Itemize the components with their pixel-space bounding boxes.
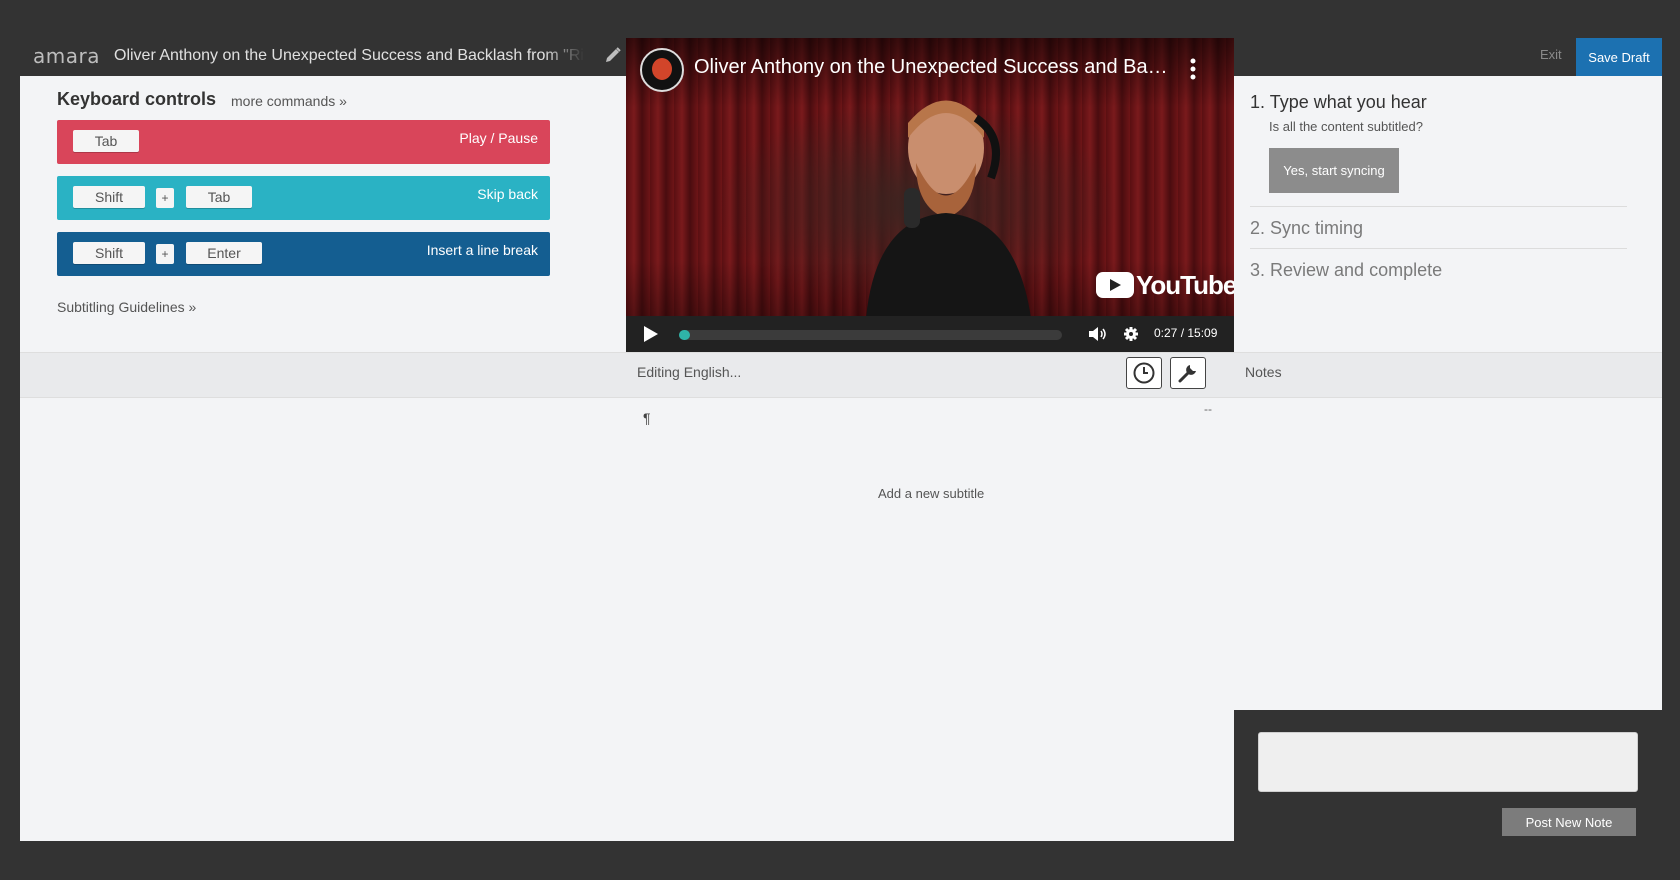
clock-icon [1133, 362, 1155, 384]
video-player[interactable]: Oliver Anthony on the Unexpected Success… [626, 38, 1234, 352]
video-title-header: Oliver Anthony on the Unexpected Success… [114, 47, 584, 65]
video-person-image [866, 100, 1031, 318]
step-sync-timing: 2. Sync timing [1250, 218, 1364, 238]
volume-icon[interactable] [1088, 326, 1108, 342]
add-subtitle-link[interactable]: Add a new subtitle [878, 486, 984, 501]
youtube-play-icon [1096, 272, 1134, 298]
line-break-marker[interactable]: ¶ [643, 410, 651, 426]
key-shift: Shift [73, 186, 145, 208]
keyboard-controls-title: Keyboard controls [57, 89, 217, 109]
timing-button[interactable] [1126, 357, 1162, 389]
step-divider [1250, 206, 1627, 207]
exit-link[interactable]: Exit [1540, 47, 1562, 62]
amara-logo: amara [33, 44, 100, 68]
shortcut-action: Insert a line break [426, 242, 538, 258]
subtitling-guidelines-link[interactable]: Subtitling Guidelines » [57, 299, 196, 315]
shortcut-skip-back: Shift + Tab Skip back [57, 176, 550, 220]
notes-label: Notes [1245, 364, 1282, 380]
start-syncing-button[interactable]: Yes, start syncing [1269, 148, 1399, 193]
shortcut-action: Skip back [477, 186, 538, 202]
key-plus: + [156, 188, 174, 208]
progress-fill [679, 330, 691, 340]
video-frame[interactable]: Oliver Anthony on the Unexpected Success… [626, 38, 1234, 318]
more-commands-link[interactable]: more commands » [231, 93, 347, 109]
tools-button[interactable] [1170, 357, 1206, 389]
new-note-input[interactable] [1258, 732, 1638, 792]
subtitle-editor-panel [626, 396, 1234, 841]
key-enter: Enter [186, 242, 262, 264]
save-draft-button[interactable]: Save Draft [1576, 38, 1662, 76]
step-review-complete: 3. Review and complete [1250, 260, 1443, 280]
key-tab: Tab [73, 130, 139, 152]
key-shift: Shift [73, 242, 145, 264]
play-icon[interactable] [644, 326, 658, 342]
pencil-icon[interactable] [604, 46, 622, 64]
shortcut-action: Play / Pause [459, 130, 538, 146]
youtube-logo[interactable]: YouTube [1096, 270, 1234, 300]
video-controls: 0:27 / 15:09 [626, 316, 1234, 352]
subtitle-timing-placeholder: -- [1204, 402, 1212, 416]
key-plus: + [156, 244, 174, 264]
settings-gear-icon[interactable] [1123, 326, 1139, 342]
time-readout: 0:27 / 15:09 [1154, 326, 1218, 340]
post-new-note-button[interactable]: Post New Note [1502, 808, 1636, 836]
step1-question: Is all the content subtitled? [1269, 119, 1423, 134]
toolbar-band [20, 352, 1662, 398]
step-type-what-you-hear: 1. Type what you hear [1250, 92, 1427, 112]
progress-bar[interactable] [679, 330, 1062, 340]
video-overlay-title[interactable]: Oliver Anthony on the Unexpected Success… [694, 56, 1174, 79]
step-divider [1250, 248, 1627, 249]
shortcut-play-pause: Tab Play / Pause [57, 120, 550, 164]
youtube-wordmark: YouTube [1136, 269, 1234, 300]
more-options-icon[interactable] [1190, 58, 1196, 80]
wrench-icon [1178, 365, 1196, 383]
editing-language-label: Editing English... [637, 364, 742, 380]
shortcut-line-break: Shift + Enter Insert a line break [57, 232, 550, 276]
key-tab: Tab [186, 186, 252, 208]
channel-avatar[interactable] [640, 48, 684, 92]
